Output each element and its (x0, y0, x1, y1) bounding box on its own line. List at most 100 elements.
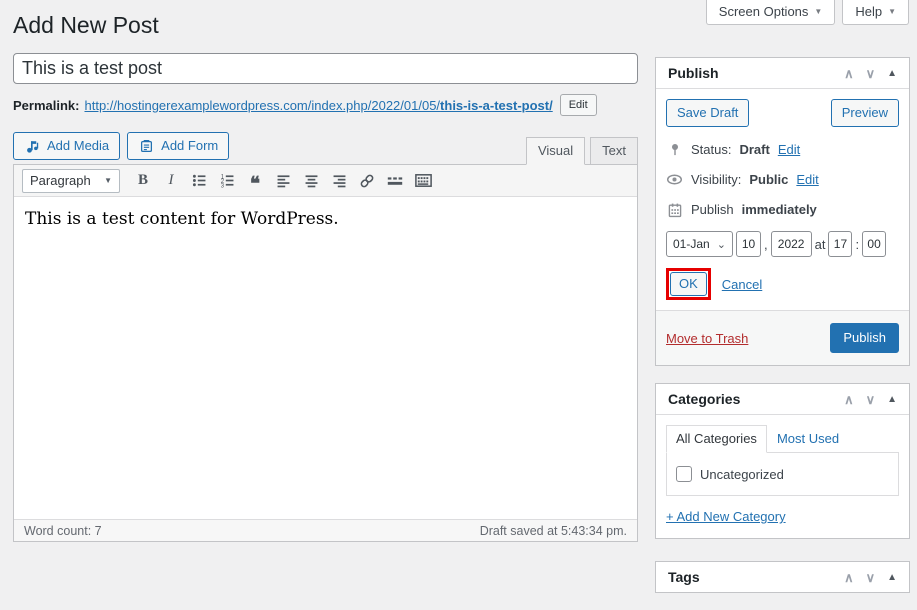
cancel-link[interactable]: Cancel (722, 277, 762, 292)
publish-button[interactable]: Publish (830, 323, 899, 353)
visibility-value: Public (749, 172, 788, 187)
chevron-down-icon: ▼ (888, 7, 896, 16)
align-right-button[interactable] (326, 169, 352, 193)
visibility-label: Visibility: (691, 172, 741, 187)
add-form-label: Add Form (161, 133, 218, 159)
tags-panel: Tags ∧ ∨ ▲ (655, 561, 910, 593)
move-down-icon[interactable]: ∨ (866, 67, 876, 80)
categories-tabs: All Categories Most Used (666, 425, 899, 452)
date-colon: : (855, 237, 859, 252)
tags-panel-header[interactable]: Tags ∧ ∨ ▲ (656, 562, 909, 592)
media-note-icon (24, 138, 41, 155)
page-title: Add New Post (13, 8, 638, 41)
tab-text[interactable]: Text (590, 137, 638, 165)
move-down-icon[interactable]: ∨ (866, 393, 876, 406)
preview-button[interactable]: Preview (831, 99, 899, 127)
status-value: Draft (739, 142, 769, 157)
edit-visibility-link[interactable]: Edit (796, 172, 818, 187)
permalink-link[interactable]: http://hostingerexamplewordpress.com/ind… (84, 98, 552, 113)
chevron-down-icon: ⌄ (717, 238, 726, 251)
visibility-row: Visibility: Public Edit (666, 171, 899, 188)
month-select[interactable]: 01-Jan ⌄ (666, 231, 733, 257)
editor-content-area[interactable]: This is a test content for WordPress. (14, 197, 637, 519)
chevron-down-icon: ▼ (814, 7, 822, 16)
schedule-actions-row: OK Cancel (666, 268, 899, 300)
edit-status-link[interactable]: Edit (778, 142, 800, 157)
date-comma: , (764, 237, 768, 252)
bulleted-list-button[interactable] (186, 169, 212, 193)
word-count: Word count: 7 (24, 524, 102, 538)
save-draft-button[interactable]: Save Draft (666, 99, 749, 127)
paragraph-format-label: Paragraph (30, 173, 91, 188)
publish-panel-header[interactable]: Publish ∧ ∨ ▲ (656, 58, 909, 89)
day-input[interactable] (736, 231, 761, 257)
permalink-url-base: http://hostingerexamplewordpress.com/ind… (84, 98, 440, 113)
month-value: 01-Jan (673, 237, 710, 251)
tab-most-used[interactable]: Most Used (767, 426, 849, 452)
categories-panel-body: All Categories Most Used Uncategorized +… (656, 415, 909, 538)
screen-meta: Screen Options ▼ Help ▼ (706, 0, 909, 25)
permalink: Permalink: http://hostingerexamplewordpr… (13, 94, 638, 116)
post-title-input[interactable] (13, 53, 638, 84)
editor-frame: Paragraph ▼ B I 123 ❝ (13, 164, 638, 542)
minute-input[interactable] (862, 231, 886, 257)
bold-button[interactable]: B (130, 169, 156, 193)
main-column: Add New Post Permalink: http://hostinger… (13, 8, 638, 542)
schedule-prefix: Publish (691, 202, 734, 217)
add-form-button[interactable]: Add Form (127, 132, 229, 160)
paragraph-format-select[interactable]: Paragraph ▼ (22, 169, 120, 193)
schedule-value: immediately (742, 202, 817, 217)
align-center-button[interactable] (298, 169, 324, 193)
pin-status-icon (666, 141, 683, 158)
date-at-label: at (815, 237, 826, 252)
publish-panel-title: Publish (668, 65, 719, 81)
eye-visibility-icon (666, 171, 683, 188)
align-left-button[interactable] (270, 169, 296, 193)
panel-toggle-icon[interactable]: ▲ (887, 394, 897, 405)
move-up-icon[interactable]: ∧ (844, 67, 854, 80)
numbered-list-button[interactable]: 123 (214, 169, 240, 193)
help-button[interactable]: Help ▼ (842, 0, 909, 25)
italic-button[interactable]: I (158, 169, 184, 193)
move-down-icon[interactable]: ∨ (866, 571, 876, 584)
move-up-icon[interactable]: ∧ (844, 571, 854, 584)
move-up-icon[interactable]: ∧ (844, 393, 854, 406)
permalink-label: Permalink: (13, 98, 79, 113)
move-to-trash-link[interactable]: Move to Trash (666, 331, 748, 346)
categories-panel: Categories ∧ ∨ ▲ All Categories Most Use… (655, 383, 910, 539)
hour-input[interactable] (828, 231, 852, 257)
uncategorized-checkbox[interactable] (676, 466, 692, 482)
panel-toggle-icon[interactable]: ▲ (887, 68, 897, 79)
editor-mode-tabs: Visual Text (526, 137, 638, 165)
schedule-row: Publish immediately (666, 201, 899, 218)
screen-options-button[interactable]: Screen Options ▼ (706, 0, 836, 25)
sidebar: Publish ∧ ∨ ▲ Save Draft Preview Status:… (655, 57, 910, 610)
schedule-date-row: 01-Jan ⌄ , at : (666, 231, 899, 257)
form-clipboard-icon (138, 138, 155, 155)
add-media-button[interactable]: Add Media (13, 132, 120, 160)
panel-toggle-icon[interactable]: ▲ (887, 572, 897, 583)
editor-statusbar: Word count: 7 Draft saved at 5:43:34 pm. (14, 519, 637, 541)
red-highlight-annotation: OK (666, 268, 711, 300)
ok-button[interactable]: OK (670, 272, 707, 296)
draft-saved-timestamp: Draft saved at 5:43:34 pm. (480, 524, 627, 538)
categories-panel-header[interactable]: Categories ∧ ∨ ▲ (656, 384, 909, 415)
permalink-url-slug: this-is-a-test-post/ (440, 98, 553, 113)
permalink-edit-button[interactable]: Edit (560, 94, 597, 116)
categories-panel-title: Categories (668, 391, 740, 407)
blockquote-button[interactable]: ❝ (242, 169, 268, 193)
category-label: Uncategorized (700, 467, 784, 482)
read-more-tag-icon[interactable] (382, 169, 408, 193)
link-icon[interactable] (354, 169, 380, 193)
status-label: Status: (691, 142, 731, 157)
list-item: Uncategorized (676, 466, 889, 482)
tab-all-categories[interactable]: All Categories (666, 425, 767, 453)
year-input[interactable] (771, 231, 812, 257)
help-label: Help (855, 4, 882, 19)
tab-visual[interactable]: Visual (526, 137, 585, 165)
add-new-category-link[interactable]: + Add New Category (666, 509, 786, 524)
editor-tools: Add Media Add Form Visual Text (13, 132, 638, 164)
tags-panel-title: Tags (668, 569, 700, 585)
status-row: Status: Draft Edit (666, 141, 899, 158)
toolbar-toggle-icon[interactable] (410, 169, 436, 193)
